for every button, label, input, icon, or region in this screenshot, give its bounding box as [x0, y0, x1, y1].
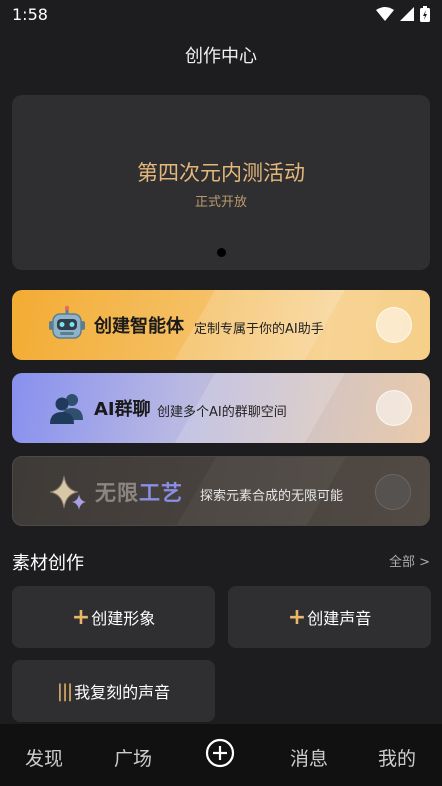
status-bar: 1:58 — [0, 0, 442, 32]
event-banner[interactable]: 第四次元内测活动 正式开放 — [12, 95, 430, 270]
button-label: 创建形象 — [91, 609, 156, 628]
plus-icon: + — [287, 604, 307, 630]
audio-bars-icon: ||| — [56, 680, 73, 702]
page-title: 创作中心 — [185, 46, 257, 67]
ai-group-chat-card[interactable]: AI群聊 创建多个AI的群聊空间 — [12, 373, 430, 443]
card-title-accent: 工艺 — [139, 481, 183, 505]
view-all-link[interactable]: 全部 > — [389, 551, 430, 570]
create-plus-icon[interactable] — [205, 738, 235, 768]
robot-icon — [49, 305, 85, 339]
button-label: 创建声音 — [307, 609, 372, 628]
card-description: 创建多个AI的群聊空间 — [157, 405, 287, 420]
plus-icon: + — [71, 604, 91, 630]
signal-icon — [400, 7, 414, 21]
battery-icon — [420, 6, 430, 22]
tab-discover[interactable]: 发现 — [25, 744, 63, 771]
status-icons — [376, 6, 430, 22]
tab-profile[interactable]: 我的 — [378, 744, 416, 771]
group-users-icon — [50, 394, 83, 424]
card-title: 创建智能体 — [94, 316, 184, 337]
sparkle-icon — [49, 475, 86, 510]
tab-messages[interactable]: 消息 — [290, 744, 328, 771]
card-toggle[interactable] — [376, 390, 412, 426]
carousel-indicator — [217, 248, 226, 257]
card-description: 探索元素合成的无限可能 — [200, 489, 344, 504]
card-title: AI群聊 — [94, 399, 151, 420]
banner-title: 第四次元内测活动 — [137, 161, 305, 185]
banner-subtitle: 正式开放 — [194, 195, 247, 210]
button-label: 我复刻的声音 — [74, 683, 171, 702]
create-avatar-button[interactable]: + 创建形象 — [12, 586, 215, 648]
status-time: 1:58 — [12, 5, 48, 24]
my-cloned-voices-button[interactable]: ||| 我复刻的声音 — [12, 660, 215, 722]
card-toggle[interactable] — [375, 474, 411, 510]
bottom-tab-bar: 发现 广场 消息 我的 — [0, 724, 442, 786]
card-title-part: 无限 — [95, 481, 139, 505]
infinite-craft-card[interactable]: 无限工艺 探索元素合成的无限可能 — [12, 456, 430, 526]
section-title: 素材创作 — [12, 553, 84, 574]
create-voice-button[interactable]: + 创建声音 — [228, 586, 431, 648]
tab-plaza[interactable]: 广场 — [114, 744, 152, 771]
card-description: 定制专属于你的AI助手 — [194, 322, 324, 337]
create-agent-card[interactable]: 创建智能体 定制专属于你的AI助手 — [12, 290, 430, 360]
card-toggle[interactable] — [376, 307, 412, 343]
card-title: 无限工艺 — [95, 477, 183, 507]
wifi-icon — [376, 7, 394, 21]
